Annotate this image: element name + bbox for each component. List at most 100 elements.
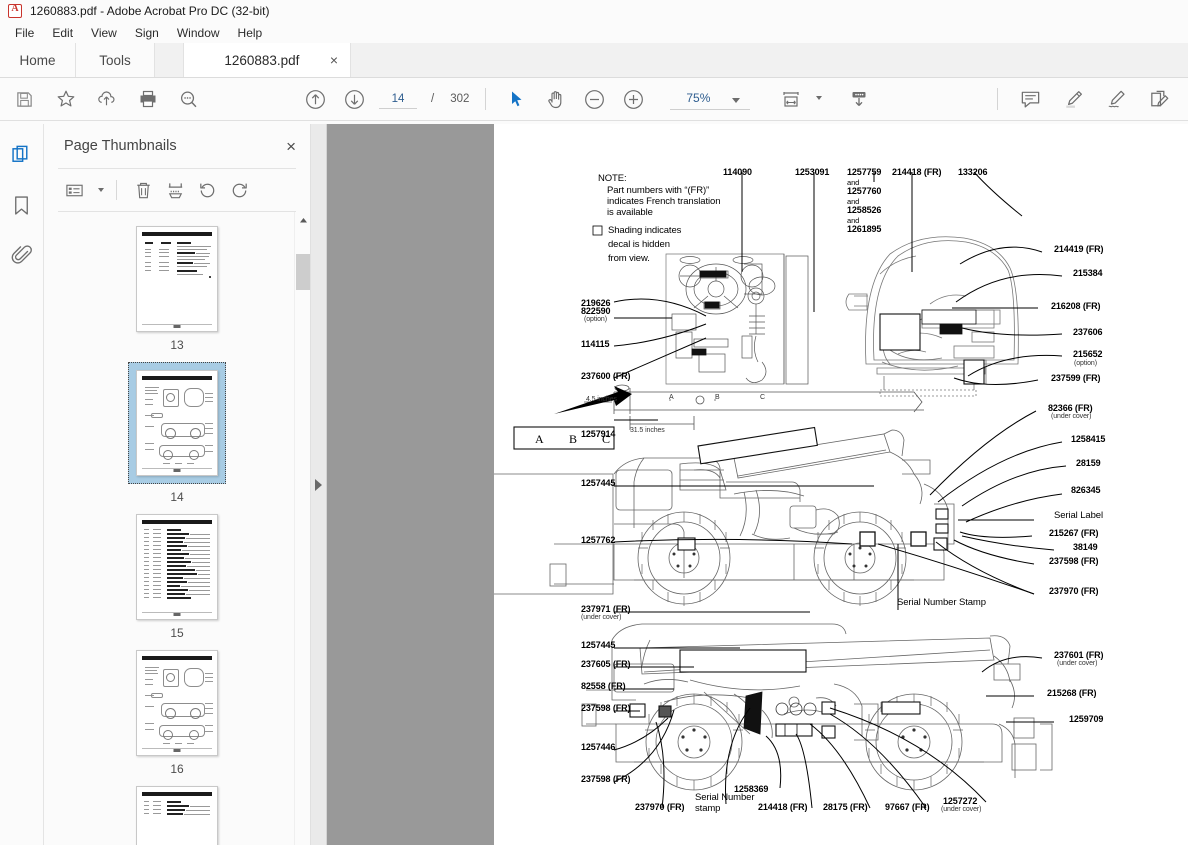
ruler-mark-a: A — [669, 394, 674, 401]
callout-serial-label: Serial Label — [1054, 510, 1103, 521]
thumbnails-scrollbar-thumb[interactable] — [296, 254, 310, 290]
callout-114090: 114090 — [723, 167, 752, 177]
menu-edit[interactable]: Edit — [43, 24, 82, 42]
thumbnail-image[interactable] — [136, 226, 218, 332]
callout-1257760: 1257760 — [847, 186, 882, 196]
collapse-panel-handle[interactable] — [311, 124, 327, 845]
menu-window[interactable]: Window — [168, 24, 229, 42]
tab-strip: Home Tools 1260883.pdf × — [0, 43, 1188, 78]
tab-tools[interactable]: Tools — [76, 43, 155, 77]
callout-1258526: 1258526 — [847, 205, 882, 215]
note-line-1: Part numbers with “(FR)” — [607, 185, 710, 196]
shading-note-line-2: decal is hidden — [608, 239, 670, 250]
callout-1257762: 1257762 — [581, 535, 616, 545]
page-thumbnails-icon[interactable] — [7, 140, 37, 170]
thumbnail-page-14[interactable]: 14 — [128, 362, 226, 504]
document-viewport[interactable]: NOTE: Part numbers with “(FR)” indicates… — [327, 124, 1188, 845]
callout-237601-fr: 237601 (FR) — [1054, 650, 1104, 660]
highlighter-icon[interactable] — [1059, 85, 1088, 114]
page-total: 302 — [450, 93, 470, 105]
zoom-out-icon[interactable] — [580, 85, 609, 114]
save-icon[interactable] — [10, 85, 39, 114]
thumbnails-list: 13 14 15 16 — [44, 212, 310, 845]
menu-file[interactable]: File — [6, 24, 43, 42]
ruler-mark-c: C — [760, 394, 765, 401]
callout-1259709: 1259709 — [1069, 714, 1104, 724]
menu-bar: File Edit View Sign Window Help — [0, 22, 1188, 44]
thumbnail-page-number: 15 — [170, 626, 184, 640]
attachments-icon[interactable] — [7, 240, 37, 270]
thumbnail-page-17[interactable]: 17 — [136, 786, 218, 845]
fit-page-icon[interactable] — [776, 85, 805, 114]
acrobat-window: 1260883.pdf - Adobe Acrobat Pro DC (32-b… — [0, 0, 1188, 845]
delete-pages-icon[interactable] — [129, 176, 157, 204]
search-zoom-icon[interactable] — [174, 85, 203, 114]
comment-icon[interactable] — [1016, 85, 1045, 114]
tab-document[interactable]: 1260883.pdf × — [183, 43, 351, 77]
toolbar-divider-1 — [485, 88, 487, 110]
zoom-level-input[interactable] — [670, 88, 727, 108]
callout-215652-option: (option) — [1074, 360, 1097, 367]
zoom-in-icon[interactable] — [619, 85, 648, 114]
print-icon[interactable] — [133, 85, 162, 114]
thumbnails-toolbar-divider — [116, 180, 117, 200]
callout-822590: 822590 — [581, 306, 611, 316]
callout-1258369: 1258369 — [734, 784, 769, 794]
thumbnail-page-16[interactable]: 16 — [136, 650, 218, 776]
zoom-level-control[interactable] — [670, 88, 751, 110]
fill-and-sign-icon[interactable] — [1145, 85, 1174, 114]
page-number-input[interactable] — [379, 89, 417, 109]
note-line-2: indicates French translation — [607, 196, 721, 207]
rotate-clockwise-icon[interactable] — [225, 176, 253, 204]
callout-826345: 826345 — [1071, 485, 1101, 495]
collapse-left-icon — [315, 478, 322, 491]
callout-215268-fr: 215268 (FR) — [1047, 688, 1097, 698]
rotate-counterclockwise-icon[interactable] — [193, 176, 221, 204]
bookmarks-icon[interactable] — [7, 190, 37, 220]
tab-home[interactable]: Home — [0, 43, 76, 77]
thumbnail-options-caret-icon[interactable] — [98, 188, 104, 192]
callout-97667-fr: 97667 (FR) — [885, 802, 930, 812]
thumbnail-image[interactable] — [136, 514, 218, 620]
extract-pages-icon[interactable] — [161, 176, 189, 204]
page-scroll-icon[interactable] — [844, 85, 873, 114]
thumbnails-scroll-area[interactable]: 13 14 15 16 — [44, 212, 310, 845]
thumbnails-panel-title: Page Thumbnails — [64, 138, 177, 154]
close-thumbnails-panel-icon[interactable]: × — [286, 138, 296, 155]
previous-page-icon[interactable] — [301, 85, 330, 114]
cloud-upload-icon[interactable] — [92, 85, 121, 114]
shading-note-line-1: Shading indicates — [608, 225, 682, 236]
thumbnail-image[interactable] — [136, 370, 218, 476]
callout-237970-fr-mid: 237970 (FR) — [1049, 586, 1099, 596]
callout-237598-fr-bottom-1: 237598 (FR) — [581, 703, 631, 713]
thumbnail-image[interactable] — [136, 786, 218, 845]
menu-sign[interactable]: Sign — [126, 24, 168, 42]
thumbnail-size-options-icon[interactable] — [60, 176, 88, 204]
thumbnail-page-13[interactable]: 13 — [136, 226, 218, 352]
callout-237970-fr-bottom: 237970 (FR) — [635, 802, 685, 812]
thumbnails-scrollbar[interactable] — [294, 212, 310, 845]
zoom-dropdown-caret-icon[interactable] — [732, 97, 741, 103]
star-icon[interactable] — [51, 85, 80, 114]
next-page-icon[interactable] — [340, 85, 369, 114]
tab-document-label: 1260883.pdf — [224, 52, 300, 68]
thumbnail-image[interactable] — [136, 650, 218, 756]
ruler-label-left: 4.5 inches — [586, 396, 617, 403]
tab-strip-spacer — [351, 43, 1188, 77]
hand-icon[interactable] — [541, 85, 570, 114]
scroll-up-arrow-icon[interactable] — [295, 212, 310, 228]
menu-help[interactable]: Help — [229, 24, 272, 42]
callout-237605-fr: 237605 (FR) — [581, 659, 631, 669]
ruler-mark-b: B — [715, 394, 720, 401]
menu-view[interactable]: View — [82, 24, 126, 42]
tab-close-icon[interactable]: × — [330, 53, 338, 67]
thumbnail-page-15[interactable]: 15 — [136, 514, 218, 640]
select-cursor-icon[interactable] — [502, 85, 531, 114]
callout-1257445-mid: 1257445 — [581, 478, 616, 488]
sign-icon[interactable] — [1102, 85, 1131, 114]
fit-page-dropdown-caret-icon[interactable] — [816, 96, 823, 100]
thumbnail-selection-highlight — [128, 362, 226, 484]
thumbnails-panel-header: Page Thumbnails × — [44, 124, 310, 168]
callout-215652: 215652 — [1073, 349, 1103, 359]
callout-237598-fr-bottom-2: 237598 (FR) — [581, 774, 631, 784]
